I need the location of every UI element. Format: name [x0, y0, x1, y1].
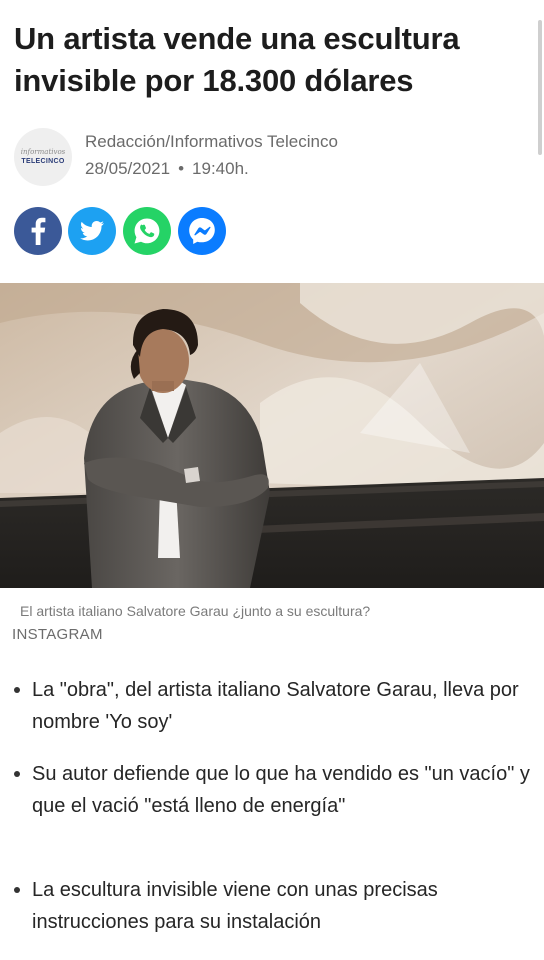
- list-item: Su autor defiende que lo que ha vendido …: [12, 758, 532, 822]
- bullet-text: La "obra", del artista italiano Salvator…: [32, 679, 519, 733]
- twitter-icon: [80, 221, 104, 241]
- list-item: La escultura invisible viene con unas pr…: [12, 874, 532, 938]
- photo-caption: El artista italiano Salvatore Garau ¿jun…: [20, 603, 371, 619]
- facebook-share-button[interactable]: [14, 207, 62, 255]
- artist-photo-illustration: [0, 283, 544, 588]
- source-logo-avatar[interactable]: informativos TELECINCO: [14, 128, 72, 186]
- bullet-text: Su autor defiende que lo que ha vendido …: [32, 763, 530, 817]
- author-row: informativos TELECINCO Redacción/Informa…: [14, 128, 514, 188]
- twitter-share-button[interactable]: [68, 207, 116, 255]
- separator-dot: •: [178, 159, 185, 178]
- photo-credit: INSTAGRAM: [12, 626, 103, 643]
- logo-line-2: TELECINCO: [21, 158, 65, 165]
- bullet-dot-icon: [14, 687, 20, 693]
- article-title: Un artista vende una escultura invisible…: [14, 21, 460, 98]
- messenger-share-button[interactable]: [178, 207, 226, 255]
- publish-datetime: 28/05/2021 • 19:40h.: [85, 159, 249, 179]
- bullet-text: La escultura invisible viene con unas pr…: [32, 879, 438, 933]
- bullet-dot-icon: [14, 771, 20, 777]
- facebook-icon: [31, 217, 46, 245]
- logo-line-1: informativos: [20, 148, 66, 156]
- messenger-icon: [189, 218, 215, 244]
- scrollbar[interactable]: [538, 20, 542, 155]
- publish-date: 28/05/2021: [85, 159, 171, 178]
- bullet-dot-icon: [14, 887, 20, 893]
- publish-time: 19:40h.: [192, 159, 249, 178]
- author-name[interactable]: Redacción/Informativos Telecinco: [85, 132, 338, 152]
- whatsapp-icon: [134, 218, 160, 244]
- list-item: La "obra", del artista italiano Salvator…: [12, 674, 532, 738]
- whatsapp-share-button[interactable]: [123, 207, 171, 255]
- article-photo[interactable]: [0, 283, 544, 588]
